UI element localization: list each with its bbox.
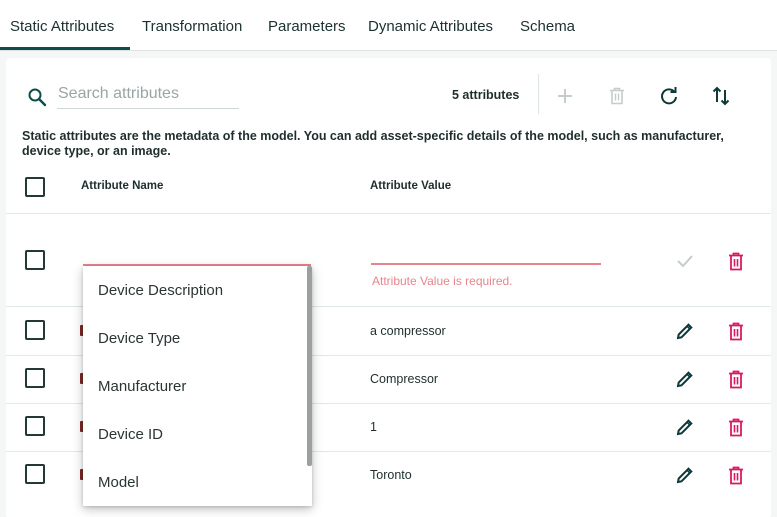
delete-row-button[interactable] xyxy=(724,415,748,439)
sort-button[interactable] xyxy=(709,84,733,108)
delete-icon xyxy=(729,370,743,388)
sort-icon xyxy=(712,86,730,106)
tab-bar: Static Attributes Transformation Paramet… xyxy=(0,0,777,51)
option-model[interactable]: Model xyxy=(98,474,139,491)
pencil-icon xyxy=(676,371,693,388)
toolbar-divider xyxy=(538,74,539,114)
header-attribute-value: Attribute Value xyxy=(370,180,452,192)
add-icon xyxy=(558,89,572,103)
tab-static-attributes[interactable]: Static Attributes xyxy=(10,18,114,35)
row-value: Compressor xyxy=(370,372,439,386)
active-tab-indicator xyxy=(0,47,130,50)
tab-schema[interactable]: Schema xyxy=(520,18,575,35)
delete-icon xyxy=(729,322,743,340)
add-attribute-button[interactable] xyxy=(553,84,577,108)
search-icon xyxy=(28,88,47,107)
value-required-error: Attribute Value is required. xyxy=(372,274,513,288)
confirm-button[interactable] xyxy=(673,249,697,273)
row-value: 1 xyxy=(370,420,377,434)
row-value: a compressor xyxy=(370,324,446,338)
tab-parameters[interactable]: Parameters xyxy=(268,18,346,35)
refresh-button[interactable] xyxy=(657,84,681,108)
delete-icon xyxy=(729,418,743,436)
option-device-id[interactable]: Device ID xyxy=(98,426,163,443)
row-value: Toronto xyxy=(370,468,412,482)
attribute-value-field[interactable] xyxy=(371,263,601,265)
edit-button[interactable] xyxy=(673,319,697,343)
row-checkbox[interactable] xyxy=(25,464,45,484)
new-row-checkbox[interactable] xyxy=(25,250,45,270)
delete-icon xyxy=(729,466,743,484)
row-checkbox[interactable] xyxy=(25,368,45,388)
check-icon xyxy=(677,255,693,268)
dropdown-scrollbar[interactable] xyxy=(307,266,312,466)
search-input[interactable] xyxy=(57,84,239,109)
description-text: Static attributes are the metadata of th… xyxy=(22,129,724,158)
edit-button[interactable] xyxy=(673,415,697,439)
pencil-icon xyxy=(676,323,693,340)
row-checkbox[interactable] xyxy=(25,320,45,340)
delete-icon xyxy=(610,87,624,105)
tab-dynamic-attributes[interactable]: Dynamic Attributes xyxy=(368,18,493,35)
option-device-description[interactable]: Device Description xyxy=(98,282,223,299)
delete-row-button[interactable] xyxy=(724,463,748,487)
attribute-count: 5 attributes xyxy=(452,88,520,102)
pencil-icon xyxy=(676,467,693,484)
option-manufacturer[interactable]: Manufacturer xyxy=(98,378,186,395)
option-device-type[interactable]: Device Type xyxy=(98,330,180,347)
header-divider xyxy=(6,213,771,214)
header-attribute-name: Attribute Name xyxy=(81,180,164,192)
delete-row-button[interactable] xyxy=(724,319,748,343)
row-checkbox[interactable] xyxy=(25,416,45,436)
delete-icon xyxy=(729,252,743,270)
edit-button[interactable] xyxy=(673,367,697,391)
attribute-name-dropdown: Device Description Device Type Manufactu… xyxy=(83,266,312,506)
tab-transformation[interactable]: Transformation xyxy=(142,18,242,35)
select-all-checkbox[interactable] xyxy=(25,177,45,197)
remove-new-row-button[interactable] xyxy=(724,249,748,273)
refresh-icon xyxy=(661,87,677,105)
pencil-icon xyxy=(676,419,693,436)
edit-button[interactable] xyxy=(673,463,697,487)
delete-row-button[interactable] xyxy=(724,367,748,391)
delete-selected-button[interactable] xyxy=(605,84,629,108)
